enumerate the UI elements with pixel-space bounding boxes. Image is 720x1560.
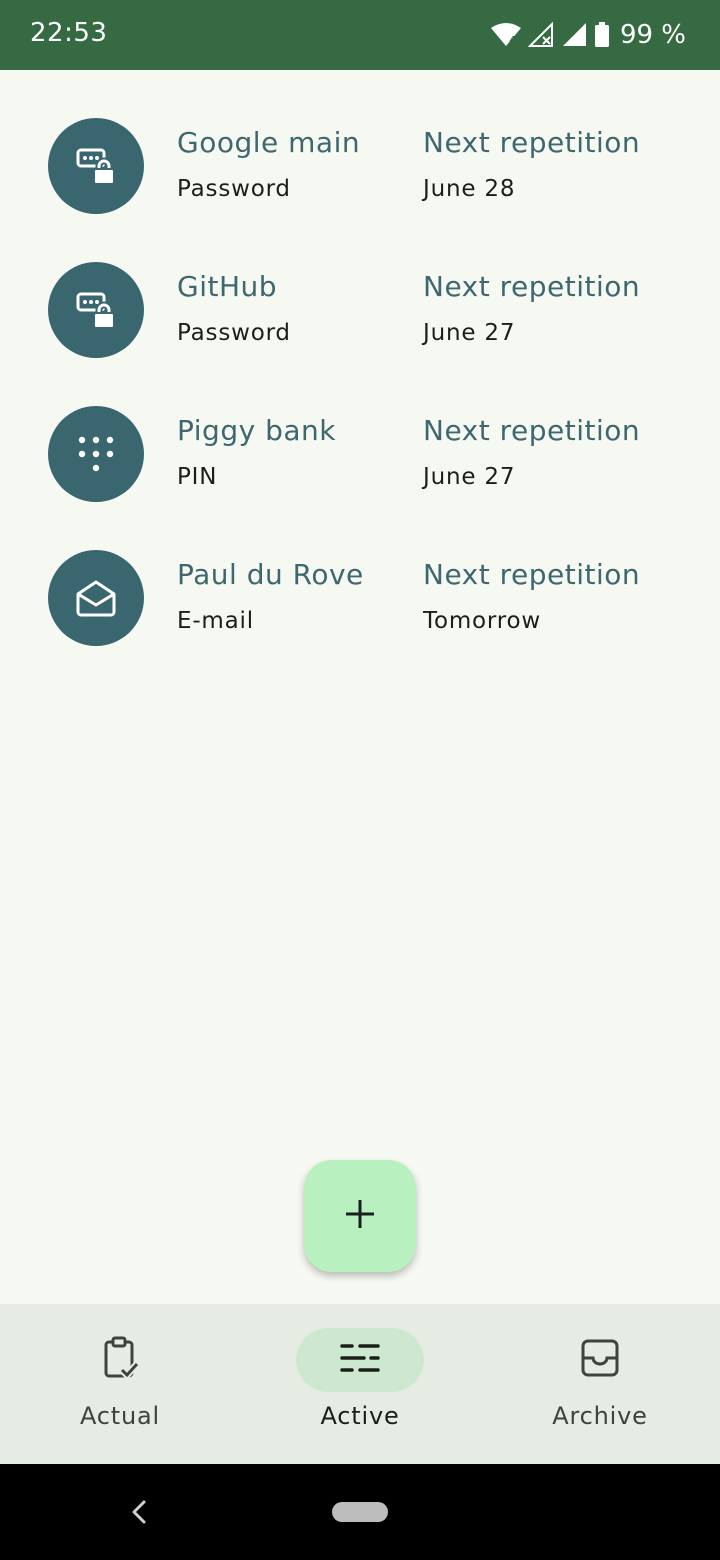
no-data-signal-icon <box>527 22 556 48</box>
nav-item-active[interactable]: Active <box>240 1304 480 1464</box>
credential-list: Google main Password Next repetition Jun… <box>0 70 720 646</box>
nav-icon-container <box>296 1328 424 1392</box>
back-chevron-icon <box>132 1500 146 1524</box>
list-sliders-icon <box>340 1341 380 1379</box>
password-lock-icon <box>48 118 144 214</box>
clipboard-check-icon <box>100 1336 140 1384</box>
item-type: PIN <box>177 464 218 490</box>
nav-icon-container <box>56 1328 184 1392</box>
nav-label: Archive <box>552 1402 648 1430</box>
item-name: Piggy bank <box>177 414 336 447</box>
next-repetition-date: Tomorrow <box>423 608 541 634</box>
status-bar: 22:53 4 99 % <box>0 0 720 70</box>
list-item[interactable]: Piggy bank PIN Next repetition June 27 <box>0 358 720 502</box>
nav-item-actual[interactable]: Actual <box>0 1304 240 1464</box>
battery-percent: 99 % <box>619 20 686 50</box>
plus-icon <box>344 1198 376 1234</box>
add-button[interactable] <box>304 1160 416 1272</box>
nav-item-archive[interactable]: Archive <box>480 1304 720 1464</box>
next-repetition-date: June 28 <box>423 176 516 202</box>
cell-signal-icon <box>562 22 588 48</box>
inbox-tray-icon <box>580 1338 620 1382</box>
home-handle[interactable] <box>332 1502 388 1522</box>
pin-dialpad-icon <box>48 406 144 502</box>
password-lock-icon <box>48 262 144 358</box>
next-repetition-label: Next repetition <box>423 126 641 159</box>
item-name: Paul du Rove <box>177 558 364 591</box>
back-button[interactable] <box>124 1494 154 1530</box>
email-envelope-icon <box>48 550 144 646</box>
status-time: 22:53 <box>30 18 108 48</box>
nav-icon-container <box>536 1328 664 1392</box>
list-item[interactable]: Google main Password Next repetition Jun… <box>0 70 720 214</box>
battery-icon <box>594 22 610 48</box>
next-repetition-label: Next repetition <box>423 558 641 591</box>
item-name: Google main <box>177 126 361 159</box>
wifi-icon: 4 <box>490 22 522 48</box>
next-repetition-label: Next repetition <box>423 270 641 303</box>
item-type: Password <box>177 176 291 202</box>
next-repetition-label: Next repetition <box>423 414 641 447</box>
item-type: E-mail <box>177 608 254 634</box>
wifi-badge: 4 <box>509 34 516 47</box>
next-repetition-date: June 27 <box>423 320 516 346</box>
next-repetition-date: June 27 <box>423 464 516 490</box>
item-type: Password <box>177 320 291 346</box>
bottom-navigation: Actual Active Archive <box>0 1304 720 1464</box>
item-name: GitHub <box>177 270 278 303</box>
list-item[interactable]: Paul du Rove E-mail Next repetition Tomo… <box>0 502 720 646</box>
nav-label: Actual <box>80 1402 160 1430</box>
nav-label: Active <box>320 1402 400 1430</box>
status-icons: 4 99 % <box>490 18 686 52</box>
list-item[interactable]: GitHub Password Next repetition June 27 <box>0 214 720 358</box>
